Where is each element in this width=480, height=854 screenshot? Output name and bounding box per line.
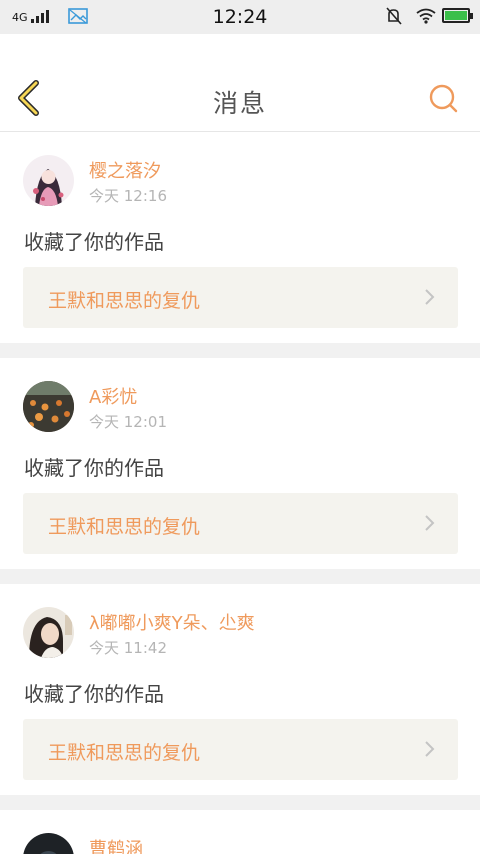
chevron-right-icon bbox=[425, 515, 435, 531]
timestamp: 今天 12:01 bbox=[89, 413, 167, 431]
avatar[interactable] bbox=[23, 607, 74, 658]
avatar[interactable] bbox=[23, 155, 74, 206]
work-title: 王默和思思的复仇 bbox=[48, 516, 201, 538]
message-card: A彩忧 今天 12:01 收藏了你的作品 王默和思思的复仇 bbox=[0, 358, 480, 569]
message-card: 樱之落汐 今天 12:16 收藏了你的作品 王默和思思的复仇 bbox=[0, 132, 480, 343]
status-bar: 4G 12:24 bbox=[0, 0, 480, 34]
action-text: 收藏了你的作品 bbox=[24, 456, 164, 480]
chevron-right-icon bbox=[425, 741, 435, 757]
mute-icon bbox=[386, 7, 402, 25]
battery-icon bbox=[442, 8, 473, 23]
card-divider bbox=[0, 795, 480, 810]
message-list: 樱之落汐 今天 12:16 收藏了你的作品 王默和思思的复仇 A彩忧 今天 12… bbox=[0, 132, 480, 854]
clock: 12:24 bbox=[212, 6, 268, 28]
action-text: 收藏了你的作品 bbox=[24, 682, 164, 706]
work-title: 王默和思思的复仇 bbox=[48, 290, 201, 312]
username[interactable]: 曹鹤涵 bbox=[89, 835, 143, 854]
nav-bar: 消息 bbox=[0, 34, 480, 132]
work-link[interactable]: 王默和思思的复仇 bbox=[23, 493, 458, 554]
page-title: 消息 bbox=[212, 89, 267, 118]
username[interactable]: A彩忧 bbox=[89, 383, 137, 409]
card-divider bbox=[0, 569, 480, 584]
wifi-icon bbox=[416, 8, 436, 24]
action-text: 收藏了你的作品 bbox=[24, 230, 164, 254]
avatar[interactable] bbox=[23, 381, 74, 432]
work-link[interactable]: 王默和思思的复仇 bbox=[23, 719, 458, 780]
username[interactable]: 樱之落汐 bbox=[89, 157, 161, 183]
username[interactable]: λ嘟嘟小爽Y朵、尐爽 bbox=[89, 609, 255, 635]
work-title: 王默和思思的复仇 bbox=[48, 742, 201, 764]
timestamp: 今天 11:42 bbox=[89, 639, 167, 657]
message-card: 曹鹤涵 bbox=[0, 810, 480, 854]
message-card: λ嘟嘟小爽Y朵、尐爽 今天 11:42 收藏了你的作品 王默和思思的复仇 bbox=[0, 584, 480, 795]
chevron-right-icon bbox=[425, 289, 435, 305]
work-link[interactable]: 王默和思思的复仇 bbox=[23, 267, 458, 328]
search-icon[interactable] bbox=[427, 82, 459, 114]
timestamp: 今天 12:16 bbox=[89, 187, 167, 205]
avatar[interactable] bbox=[23, 833, 74, 854]
card-divider bbox=[0, 343, 480, 358]
